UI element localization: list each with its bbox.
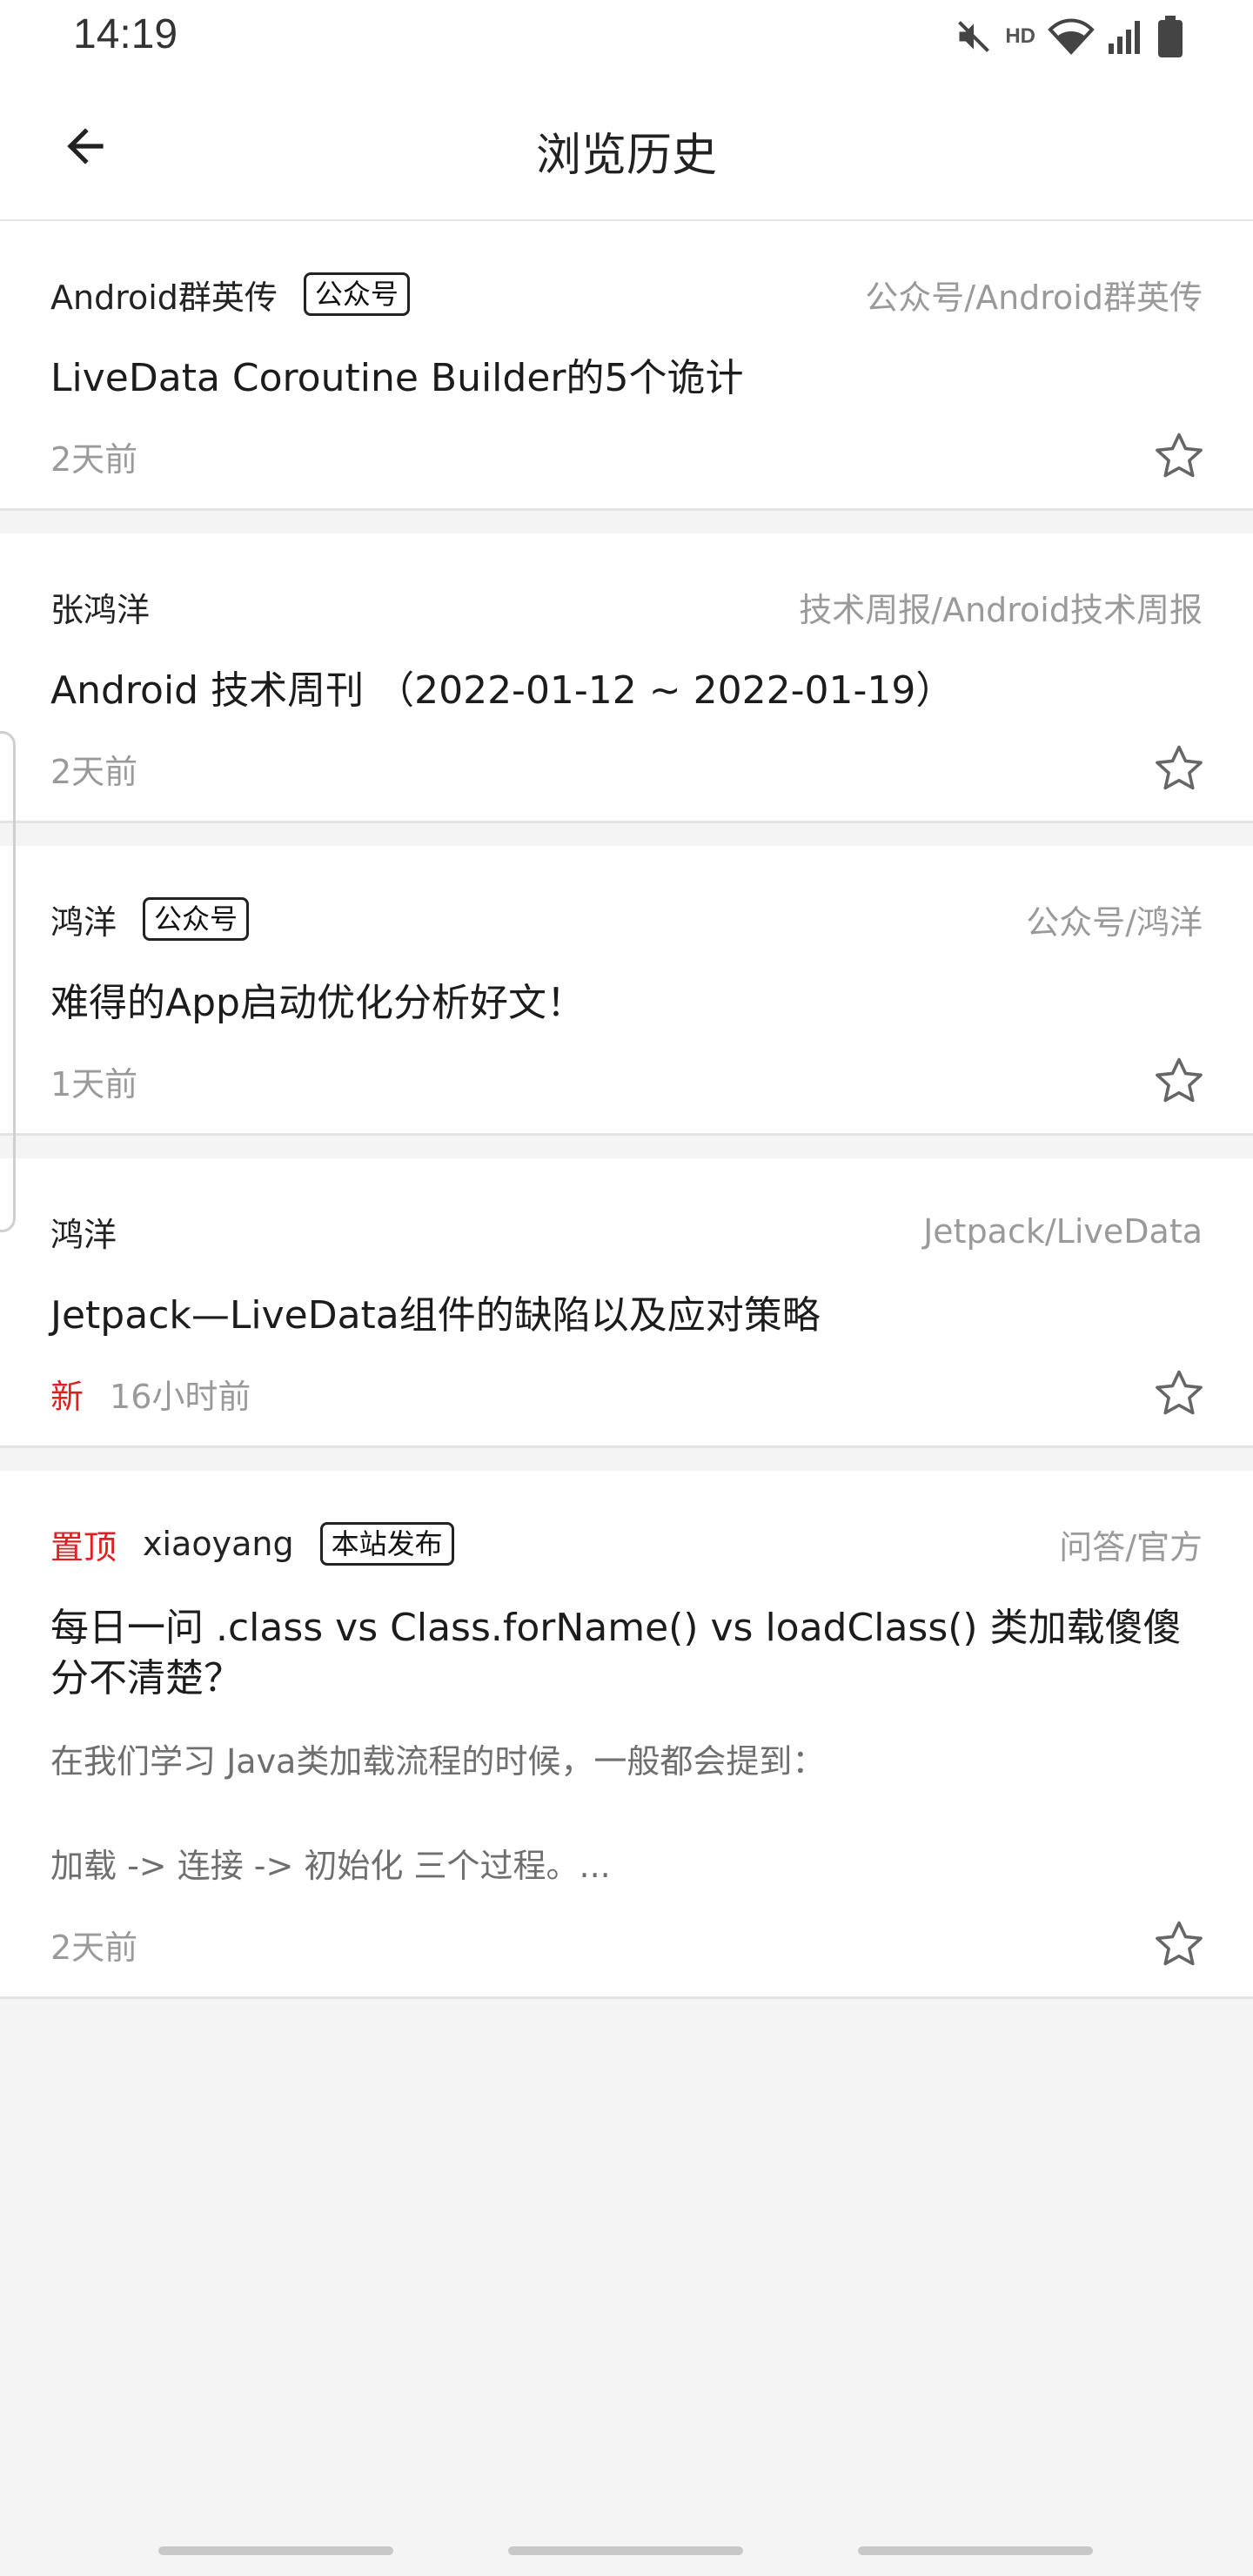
- favorite-button[interactable]: [1149, 1363, 1209, 1424]
- mute-icon: [958, 21, 990, 52]
- time-label: 16小时前: [110, 1377, 251, 1416]
- edge-panel-handle[interactable]: [0, 731, 16, 1232]
- category-label[interactable]: 公众号/鸿洋: [1026, 896, 1203, 943]
- tag-badge: 公众号: [143, 897, 250, 941]
- battery-icon: [1158, 16, 1183, 57]
- list-item[interactable]: Android群英传 公众号 公众号/Android群英传 LiveData C…: [0, 221, 1253, 511]
- author-name[interactable]: 鸿洋: [50, 1208, 117, 1256]
- page-title: 浏览历史: [535, 130, 717, 182]
- wifi-icon: [1048, 18, 1095, 55]
- pinned-badge: 置顶: [50, 1527, 117, 1566]
- new-badge: 新: [50, 1377, 84, 1416]
- status-bar: 14:19 HD: [0, 0, 1253, 73]
- author-name[interactable]: xiaoyang: [143, 1525, 294, 1563]
- article-description: 在我们学习 Java类加载流程的时候，一般都会提到： 加载 -> 连接 -> 初…: [50, 1742, 826, 1885]
- hd-label: HD: [1005, 24, 1035, 48]
- nav-home-button[interactable]: [508, 2546, 743, 2555]
- author-name[interactable]: 张鸿洋: [50, 583, 150, 631]
- article-title[interactable]: 难得的App启动优化分析好文！: [50, 978, 1203, 1029]
- navigation-bar: [0, 2524, 1253, 2576]
- category-label[interactable]: 公众号/Android群英传: [865, 271, 1203, 319]
- list-item[interactable]: 置顶 xiaoyang 本站发布 问答/官方 每日一问 .class vs Cl…: [0, 1471, 1253, 1999]
- article-title[interactable]: Android 技术周刊 （2022-01-12 ~ 2022-01-19）: [50, 666, 1203, 716]
- favorite-button[interactable]: [1149, 1050, 1209, 1111]
- article-title[interactable]: 每日一问 .class vs Class.forName() vs loadCl…: [50, 1603, 1203, 1704]
- signal-icon: [1109, 21, 1140, 54]
- status-time: 14:19: [73, 11, 178, 57]
- category-label[interactable]: 问答/官方: [1059, 1520, 1203, 1568]
- tag-badge: 公众号: [303, 272, 410, 316]
- time-label: 2天前: [50, 752, 138, 791]
- star-icon: [1156, 745, 1203, 790]
- list-item[interactable]: 张鸿洋 技术周报/Android技术周报 Android 技术周刊 （2022-…: [0, 533, 1253, 823]
- category-label[interactable]: Jetpack/LiveData: [923, 1212, 1203, 1251]
- star-icon: [1156, 1057, 1203, 1103]
- article-title[interactable]: LiveData Coroutine Builder的5个诡计: [50, 353, 1203, 404]
- article-title[interactable]: Jetpack—LiveData组件的缺陷以及应对策略: [50, 1291, 1203, 1341]
- author-name[interactable]: Android群英传: [50, 271, 278, 319]
- star-icon: [1156, 1370, 1203, 1415]
- history-list: Android群英传 公众号 公众号/Android群英传 LiveData C…: [0, 221, 1253, 2022]
- nav-recents-button[interactable]: [158, 2546, 393, 2555]
- list-item[interactable]: 鸿洋 Jetpack/LiveData Jetpack—LiveData组件的缺…: [0, 1158, 1253, 1448]
- time-label: 1天前: [50, 1064, 138, 1104]
- author-name[interactable]: 鸿洋: [50, 896, 117, 943]
- star-icon: [1156, 1921, 1203, 1966]
- category-label[interactable]: 技术周报/Android技术周报: [799, 583, 1203, 631]
- favorite-button[interactable]: [1149, 738, 1209, 799]
- status-icons: HD: [955, 12, 1183, 61]
- favorite-button[interactable]: [1149, 1914, 1209, 1975]
- favorite-button[interactable]: [1149, 426, 1209, 486]
- app-bar: 浏览历史: [0, 73, 1253, 221]
- time-label: 2天前: [50, 1928, 138, 1967]
- star-icon: [1156, 433, 1203, 478]
- list-item[interactable]: 鸿洋 公众号 公众号/鸿洋 难得的App启动优化分析好文！ 1天前: [0, 846, 1253, 1136]
- tag-badge: 本站发布: [319, 1522, 454, 1566]
- nav-back-button[interactable]: [858, 2546, 1093, 2555]
- time-label: 2天前: [50, 439, 138, 479]
